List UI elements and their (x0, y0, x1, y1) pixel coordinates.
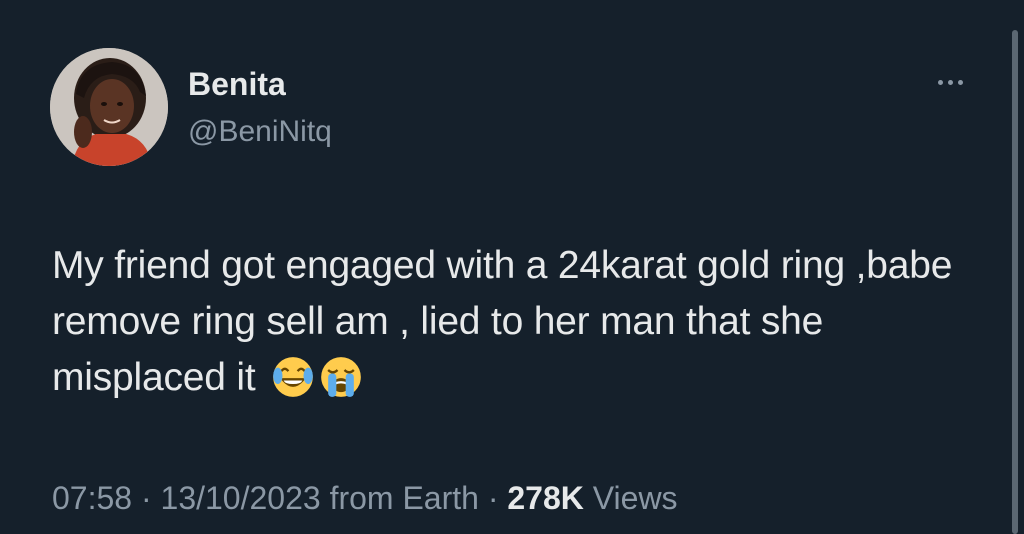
face-with-tears-of-joy-icon (273, 357, 313, 397)
author-display-name[interactable]: Benita (188, 64, 286, 104)
views-label: Views (592, 480, 678, 516)
more-dot (947, 79, 953, 85)
views-count[interactable]: 278K (507, 480, 584, 516)
more-horizontal-icon[interactable] (930, 70, 970, 94)
tweet-card: Benita @BeniNitq My friend got engaged w… (0, 0, 1024, 534)
scrollbar[interactable] (1012, 30, 1018, 534)
meta-separator: · (140, 480, 152, 516)
tweet-source: from Earth (329, 480, 479, 516)
loudly-crying-face-icon (321, 357, 361, 397)
more-dot (937, 79, 943, 85)
tweet-body: My friend got engaged with a 24karat gol… (52, 244, 953, 399)
avatar[interactable] (50, 48, 168, 166)
more-dot (957, 79, 963, 85)
tweet-text: My friend got engaged with a 24karat gol… (52, 238, 1002, 406)
meta-separator: · (487, 480, 499, 516)
tweet-time[interactable]: 07:58 (52, 480, 132, 516)
tweet-date[interactable]: 13/10/2023 (161, 480, 321, 516)
author-handle[interactable]: @BeniNitq (188, 112, 332, 152)
tweet-metadata: 07:58 · 13/10/2023 from Earth · 278K Vie… (52, 476, 678, 520)
profile-photo-icon (50, 48, 168, 166)
